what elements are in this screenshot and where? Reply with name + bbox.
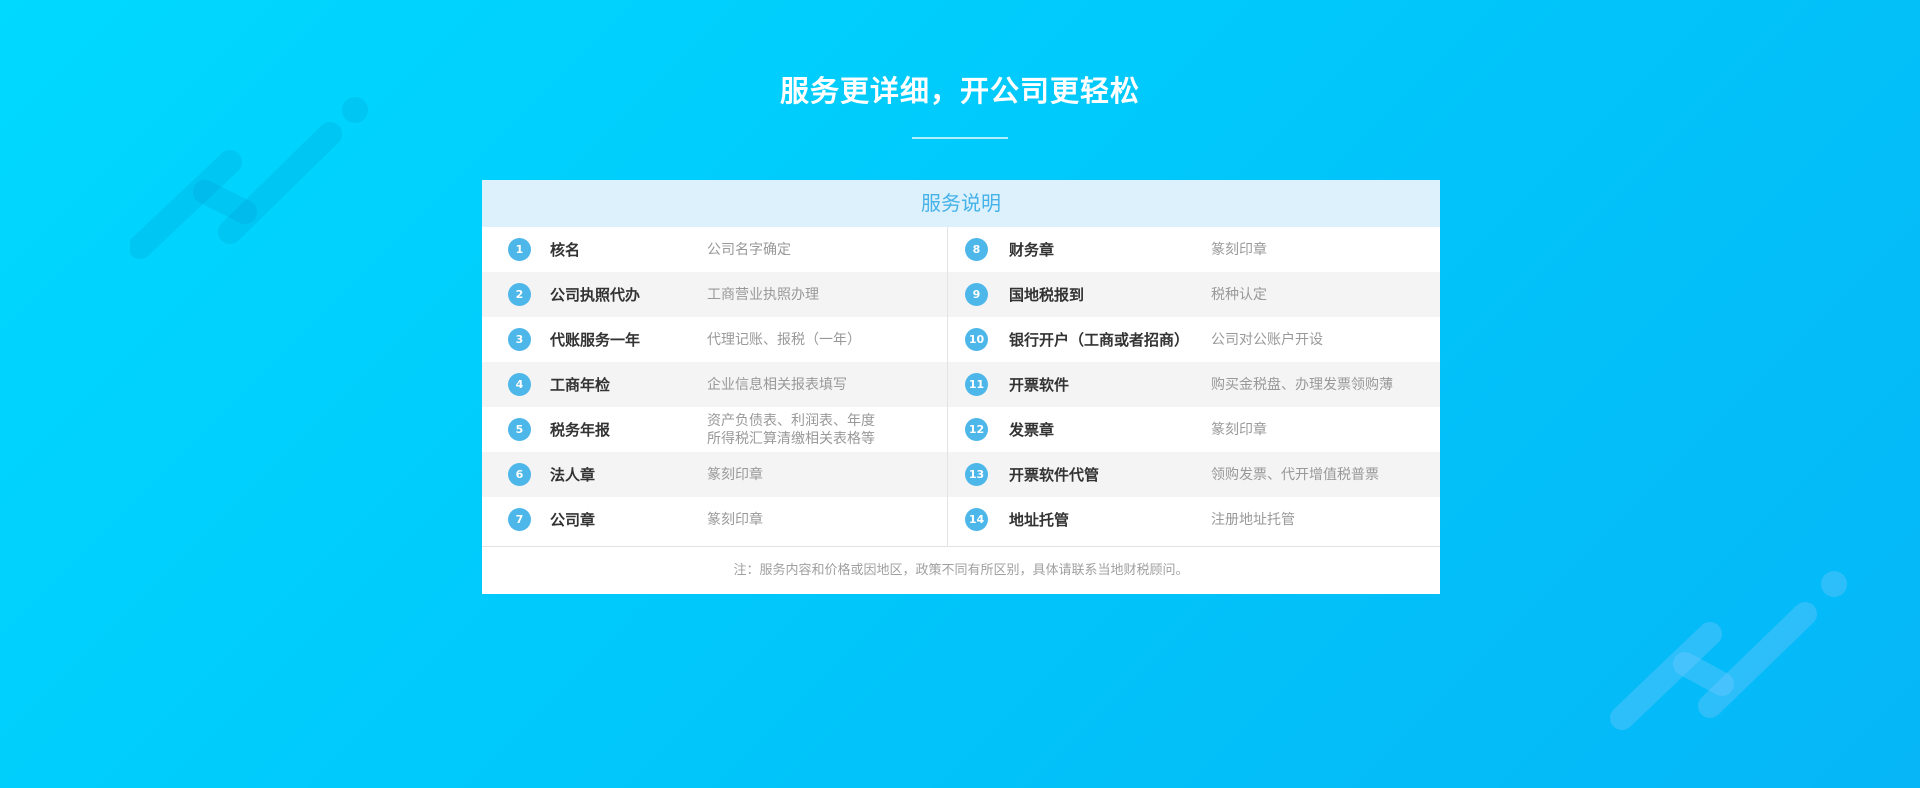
item-description-line: 所得税汇算清缴相关表格等 [707,430,875,447]
item-number-cell: 10 [965,317,988,362]
table-row: 5 税务年报 资产负债表、利润表、年度 所得税汇算清缴相关表格等 12 发票章 篆刻印章 [482,407,1440,452]
item-name: 工商年检 [550,376,611,394]
item-name: 公司章 [550,511,596,529]
table-row: 2 公司执照代办 工商营业执照办理 9 国地税报到 税种认定 [482,272,1440,317]
item-number-cell: 9 [965,272,988,317]
item-number-cell: 8 [965,227,988,272]
item-description: 篆刻印章 [707,452,763,497]
item-description: 公司对公账户开设 [1211,317,1323,362]
item-description-line: 注册地址托管 [1211,511,1295,528]
item-name: 法人章 [550,466,596,484]
item-description: 注册地址托管 [1211,497,1295,542]
item-description: 领购发票、代开增值税普票 [1211,452,1379,497]
item-description-line: 公司名字确定 [707,241,791,258]
item-number-badge: 3 [508,328,531,351]
item-number-badge: 2 [508,283,531,306]
item-name: 财务章 [1009,241,1055,259]
table-row: 3 代账服务一年 代理记账、报税（一年） 10 银行开户（工商或者招商） 公司对公账户开设 [482,317,1440,362]
decorative-shape-left [130,97,368,259]
item-number-cell: 11 [965,362,988,407]
item-description: 税种认定 [1211,272,1267,317]
item-number-badge: 12 [965,418,988,441]
item-description-line: 篆刻印章 [1211,421,1267,438]
decorative-shape-right [1610,571,1847,730]
item-description: 公司名字确定 [707,227,791,272]
item-number-badge: 8 [965,238,988,261]
table-row: 4 工商年检 企业信息相关报表填写 11 开票软件 购买金税盘、办理发票领购薄 [482,362,1440,407]
item-name: 银行开户（工商或者招商） [1009,331,1190,349]
item-description: 资产负债表、利润表、年度 所得税汇算清缴相关表格等 [707,407,875,452]
item-description-line: 篆刻印章 [1211,241,1267,258]
item-number-cell: 2 [508,272,531,317]
item-number-cell: 1 [508,227,531,272]
item-description: 工商营业执照办理 [707,272,819,317]
item-description: 篆刻印章 [1211,227,1267,272]
service-table: 7 公司章 篆刻印章 14 地址托管 注册地址托管 6 法人章 篆刻印章 13 开票软件代管 领购发票… [482,227,1440,547]
item-number-badge: 11 [965,373,988,396]
item-number-cell: 7 [508,497,531,542]
service-card: 服务说明 7 公司章 篆刻印章 14 地址托管 注册地址托管 6 法人章 篆刻印章 13 开票软件代… [482,180,1440,594]
item-name: 公司执照代办 [550,286,641,304]
column-divider [947,227,948,546]
item-description: 篆刻印章 [1211,407,1267,452]
item-description-line: 篆刻印章 [707,511,763,528]
item-description-line: 领购发票、代开增值税普票 [1211,466,1379,483]
table-row: 7 公司章 篆刻印章 14 地址托管 注册地址托管 [482,497,1440,542]
item-description-line: 工商营业执照办理 [707,286,819,303]
item-number-cell: 13 [965,452,988,497]
item-number-badge: 14 [965,508,988,531]
item-description: 篆刻印章 [707,497,763,542]
table-row: 1 核名 公司名字确定 8 财务章 篆刻印章 [482,227,1440,272]
item-description-line: 资产负债表、利润表、年度 [707,412,875,429]
item-description-line: 篆刻印章 [707,466,763,483]
card-header: 服务说明 [482,180,1440,227]
item-name: 开票软件代管 [1009,466,1100,484]
item-number-badge: 9 [965,283,988,306]
item-number-badge: 1 [508,238,531,261]
item-name: 代账服务一年 [550,331,641,349]
item-description-line: 公司对公账户开设 [1211,331,1323,348]
table-row: 6 法人章 篆刻印章 13 开票软件代管 领购发票、代开增值税普票 [482,452,1440,497]
item-description-line: 税种认定 [1211,286,1267,303]
item-number-badge: 10 [965,328,988,351]
item-description-line: 代理记账、报税（一年） [707,331,861,348]
page-title: 服务更详细，开公司更轻松 [779,74,1140,108]
item-name: 发票章 [1009,421,1055,439]
item-number-badge: 4 [508,373,531,396]
item-number-cell: 12 [965,407,988,452]
item-description: 代理记账、报税（一年） [707,317,861,362]
item-number-badge: 5 [508,418,531,441]
title-divider [912,137,1008,139]
item-number-cell: 14 [965,497,988,542]
item-description-line: 购买金税盘、办理发票领购薄 [1211,376,1393,393]
item-name: 税务年报 [550,421,611,439]
item-name: 地址托管 [1009,511,1070,529]
item-number-badge: 13 [965,463,988,486]
item-number-badge: 7 [508,508,531,531]
item-description-line: 企业信息相关报表填写 [707,376,847,393]
item-name: 开票软件 [1009,376,1070,394]
footnote: 注：服务内容和价格或因地区，政策不同有所区别，具体请联系当地财税顾问。 [733,563,1189,578]
item-name: 国地税报到 [1009,286,1085,304]
item-description: 购买金税盘、办理发票领购薄 [1211,362,1393,407]
item-number-badge: 6 [508,463,531,486]
item-name: 核名 [550,241,581,259]
item-number-cell: 6 [508,452,531,497]
item-number-cell: 5 [508,407,531,452]
item-number-cell: 3 [508,317,531,362]
item-description: 企业信息相关报表填写 [707,362,847,407]
item-number-cell: 4 [508,362,531,407]
